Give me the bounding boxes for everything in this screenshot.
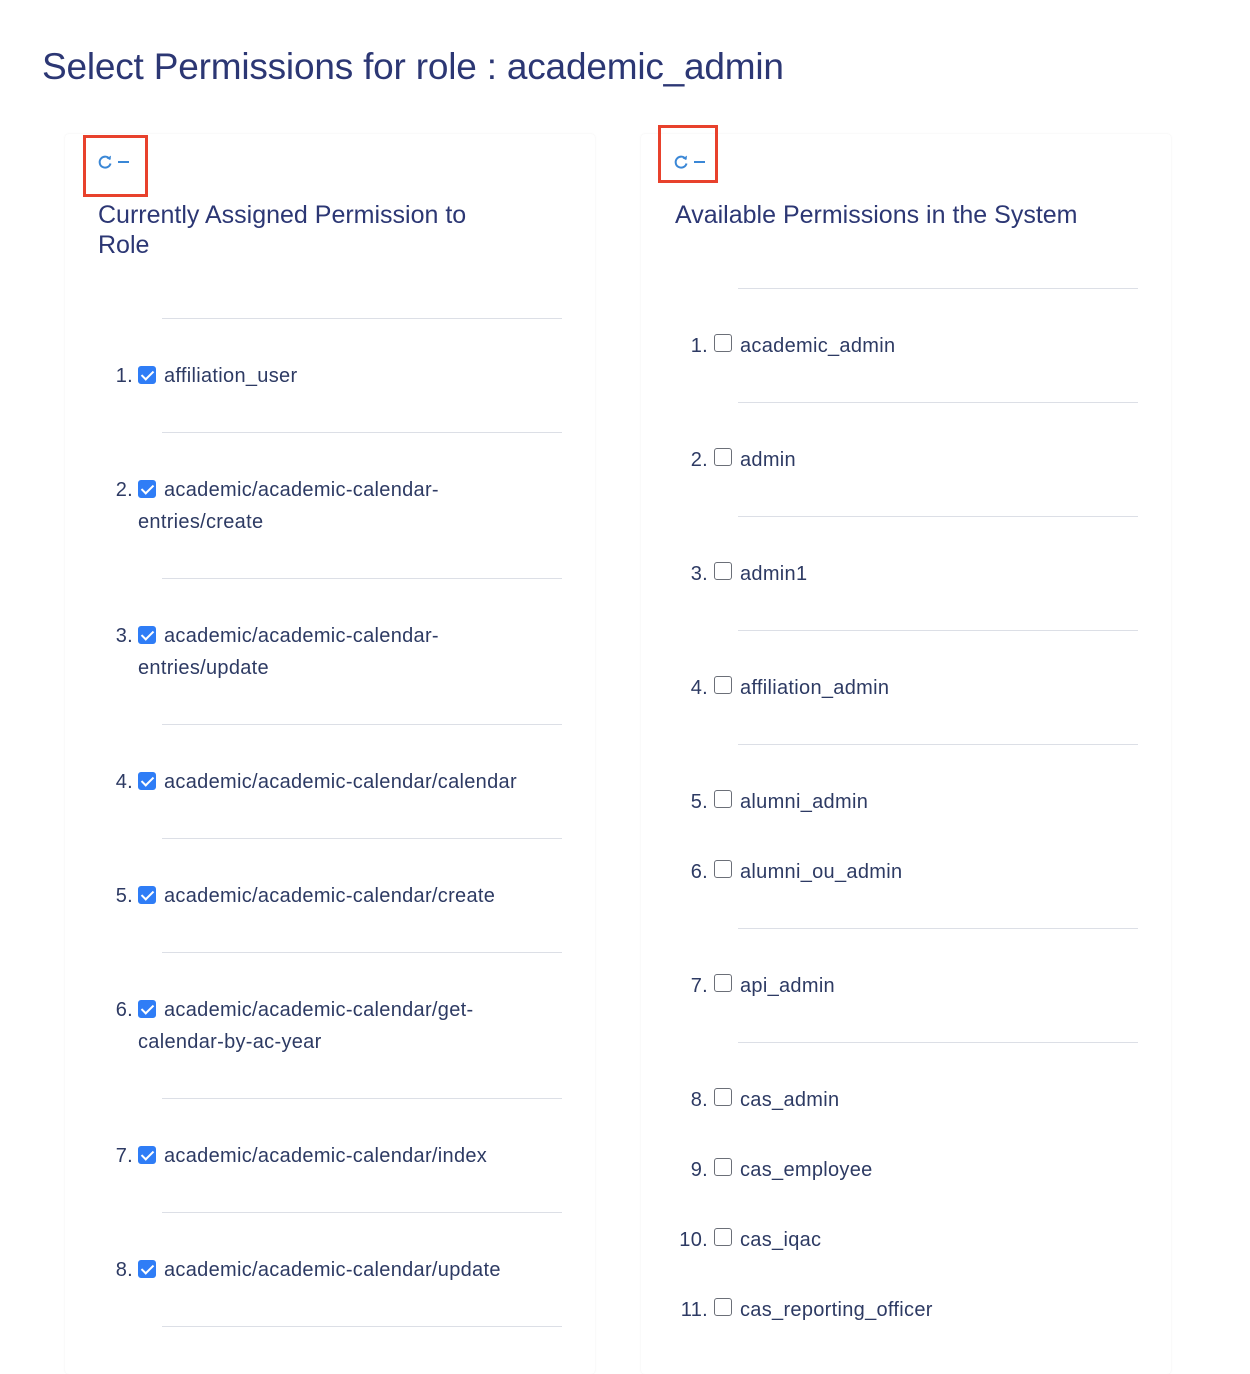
- item-number: 8.: [690, 1089, 708, 1111]
- permission-label: affiliation_user: [164, 365, 298, 387]
- minimize-icon[interactable]: [118, 161, 129, 163]
- permission-label: cas_admin: [740, 1089, 840, 1111]
- item-number: 7.: [690, 975, 708, 997]
- permission-label: academic/academic-calendar/create: [164, 885, 496, 907]
- permission-checkbox[interactable]: [714, 974, 732, 992]
- divider: [738, 288, 1138, 289]
- divider: [738, 1042, 1138, 1043]
- permission-checkbox[interactable]: [714, 1158, 732, 1176]
- available-permissions-panel: [641, 134, 1171, 1374]
- permission-label: affiliation_admin: [740, 677, 890, 699]
- item-number: 7.: [115, 1145, 133, 1167]
- permission-label: academic/academic-calendar/index: [164, 1145, 488, 1167]
- permission-label-continued: entries/create: [138, 511, 264, 533]
- permission-checkbox[interactable]: [138, 626, 156, 644]
- item-number: 9.: [690, 1159, 708, 1181]
- permission-label: alumni_admin: [740, 791, 869, 813]
- permission-label-continued: calendar-by-ac-year: [138, 1031, 322, 1053]
- item-number: 2.: [690, 449, 708, 471]
- permission-checkbox[interactable]: [138, 480, 156, 498]
- item-number: 6.: [115, 999, 133, 1021]
- available-panel-tools: [673, 153, 705, 171]
- page-title: Select Permissions for role : academic_a…: [42, 46, 784, 87]
- permission-checkbox[interactable]: [138, 1000, 156, 1018]
- permission-checkbox[interactable]: [714, 1298, 732, 1316]
- divider: [162, 1212, 562, 1213]
- divider: [162, 838, 562, 839]
- permission-label: academic/academic-calendar-: [164, 625, 439, 647]
- item-number: 4.: [115, 771, 133, 793]
- permission-checkbox[interactable]: [714, 676, 732, 694]
- item-number: 3.: [115, 625, 133, 647]
- assigned-panel-title-line-1: Currently Assigned Permission to: [98, 201, 467, 229]
- permission-label: academic/academic-calendar/update: [164, 1259, 501, 1281]
- assigned-panel-tools: [97, 153, 129, 171]
- permission-checkbox[interactable]: [714, 860, 732, 878]
- permission-checkbox[interactable]: [138, 1260, 156, 1278]
- item-number: 5.: [690, 791, 708, 813]
- divider: [162, 578, 562, 579]
- divider: [162, 1098, 562, 1099]
- permission-checkbox[interactable]: [714, 1088, 732, 1106]
- item-number: 8.: [115, 1259, 133, 1281]
- permission-checkbox[interactable]: [714, 448, 732, 466]
- item-number: 5.: [115, 885, 133, 907]
- permission-checkbox[interactable]: [714, 334, 732, 352]
- assigned-permissions-panel: [65, 134, 595, 1374]
- refresh-icon[interactable]: [673, 153, 689, 171]
- permission-checkbox[interactable]: [138, 366, 156, 384]
- item-number: 1.: [115, 365, 133, 387]
- permission-label-continued: entries/update: [138, 657, 269, 679]
- divider: [162, 952, 562, 953]
- permission-checkbox[interactable]: [138, 886, 156, 904]
- item-number: 1.: [690, 335, 708, 357]
- item-number: 4.: [690, 677, 708, 699]
- divider: [162, 432, 562, 433]
- permission-checkbox[interactable]: [714, 562, 732, 580]
- item-number: 11.: [680, 1299, 708, 1321]
- permission-checkbox[interactable]: [138, 772, 156, 790]
- divider: [162, 724, 562, 725]
- permission-label: academic/academic-calendar-: [164, 479, 439, 501]
- divider: [738, 744, 1138, 745]
- available-panel-title: Available Permissions in the System: [675, 201, 1078, 229]
- permission-label: academic/academic-calendar/get-: [164, 999, 474, 1021]
- item-number: 10.: [679, 1229, 708, 1251]
- divider: [738, 402, 1138, 403]
- permission-checkbox[interactable]: [714, 790, 732, 808]
- refresh-icon[interactable]: [97, 153, 113, 171]
- item-number: 2.: [115, 479, 133, 501]
- permission-label: cas_iqac: [740, 1229, 822, 1251]
- minimize-icon[interactable]: [694, 161, 705, 163]
- permission-label: alumni_ou_admin: [740, 861, 903, 883]
- permission-label: admin1: [740, 563, 808, 585]
- permission-checkbox[interactable]: [714, 1228, 732, 1246]
- permission-label: cas_reporting_officer: [740, 1299, 933, 1321]
- permission-checkbox[interactable]: [138, 1146, 156, 1164]
- item-number: 3.: [690, 563, 708, 585]
- permission-label: admin: [740, 449, 796, 471]
- divider: [738, 516, 1138, 517]
- permission-label: academic/academic-calendar/calendar: [164, 771, 517, 793]
- divider: [162, 1326, 562, 1327]
- assigned-panel-title-line-2: Role: [98, 231, 150, 259]
- permission-label: academic_admin: [740, 335, 896, 357]
- assigned-panel-title: Currently Assigned Permission to Role: [98, 200, 466, 260]
- divider: [738, 928, 1138, 929]
- permission-label: api_admin: [740, 975, 835, 997]
- item-number: 6.: [690, 861, 708, 883]
- divider: [162, 318, 562, 319]
- divider: [738, 630, 1138, 631]
- permission-label: cas_employee: [740, 1159, 873, 1181]
